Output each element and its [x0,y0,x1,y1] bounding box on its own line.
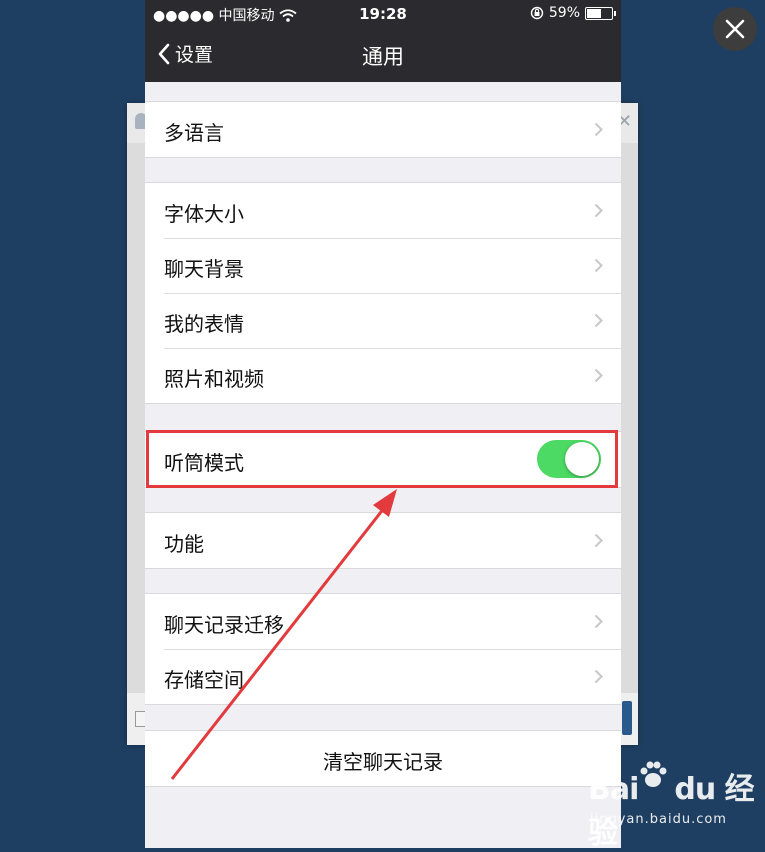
phone-screen: ●●●●● 中国移动 19:28 59% 设置 通用 多语言 字体大小 聊天背景… [145,0,621,848]
chevron-right-icon [594,614,603,629]
list-item-label: 照片和视频 [164,367,264,391]
chevron-right-icon [594,669,603,684]
list-item-label: 聊天背景 [164,257,244,281]
page-title: 通用 [362,45,404,69]
list-item-photos-videos[interactable]: 照片和视频 [145,348,621,403]
list-item-features[interactable]: 功能 [145,513,621,568]
list-item-label: 多语言 [164,121,224,145]
list-item-label: 聊天记录迁移 [164,613,284,637]
background-button [622,701,632,735]
list-item-chat-migration[interactable]: 聊天记录迁移 [145,594,621,649]
clear-group: 清空聊天记录 [145,730,621,787]
features-group: 功能 [145,512,621,569]
clear-history-button[interactable]: 清空聊天记录 [145,731,621,786]
chevron-right-icon [594,258,603,273]
battery-icon [585,6,616,20]
battery-percent: 59% [548,5,580,21]
close-icon [725,19,745,39]
list-item-chat-background[interactable]: 聊天背景 [145,238,621,293]
chevron-right-icon [594,203,603,218]
list-item-font-size[interactable]: 字体大小 [145,183,621,238]
chevron-right-icon [594,368,603,383]
chevron-right-icon [594,122,603,137]
baidu-logo: Bai du 经验 [588,761,758,852]
watermark-url: jingyan.baidu.com [590,812,727,827]
storage-group: 聊天记录迁移 存储空间 [145,593,621,705]
list-item-label: 我的表情 [164,312,244,336]
display-group: 字体大小 聊天背景 我的表情 照片和视频 [145,182,621,404]
chevron-right-icon [594,533,603,548]
nav-bar: 设置 通用 [145,28,621,82]
orientation-lock-icon [530,6,544,20]
baidu-watermark: Bai du 经验 jingyan.baidu.com [588,761,758,851]
list-item-label: 字体大小 [164,202,244,226]
list-item-storage[interactable]: 存储空间 [145,649,621,704]
chevron-right-icon [594,313,603,328]
list-item-label: 存储空间 [164,668,244,692]
list-item-label: 功能 [164,532,204,556]
close-button[interactable] [713,7,757,51]
clear-history-label: 清空聊天记录 [323,750,443,774]
list-item-language[interactable]: 多语言 [145,102,621,157]
highlight-box [146,430,618,488]
language-group: 多语言 [145,101,621,158]
paw-icon [640,761,667,787]
status-bar: ●●●●● 中国移动 19:28 59% [145,0,621,28]
list-item-my-stickers[interactable]: 我的表情 [145,293,621,348]
